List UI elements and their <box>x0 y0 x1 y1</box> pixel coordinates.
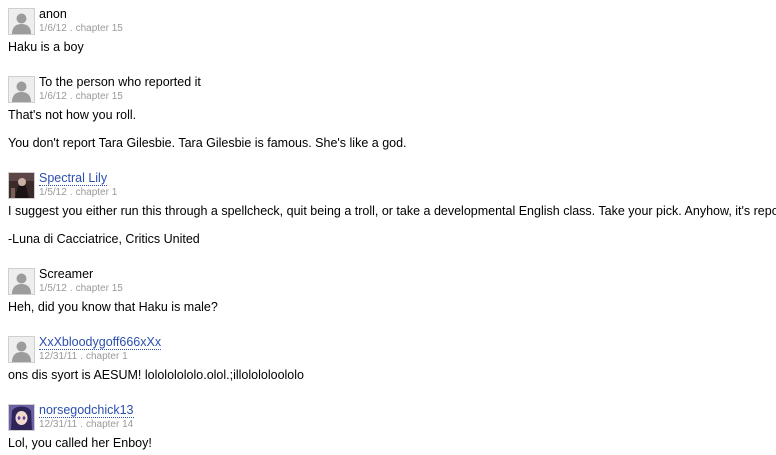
review-item: norsegodchick13 12/31/11. chapter 14 Lol, y… <box>8 403 776 450</box>
review-item: Screamer 1/5/12. chapter 15 Heh, did you kn… <box>8 267 776 314</box>
review-text: I suggest you either run this through a … <box>8 204 776 218</box>
review-chapter: chapter 14 <box>85 419 134 430</box>
review-chapter: chapter 15 <box>75 283 123 294</box>
profile-picture-dark-figure-icon[interactable] <box>8 172 35 199</box>
meta-separator: . <box>69 91 73 102</box>
review-meta: 1/6/12. chapter 15 <box>39 23 123 35</box>
reviewer-profile-link[interactable]: XxXbloodygoff666xXx <box>39 335 162 350</box>
review-meta: 12/31/11. chapter 1 <box>39 351 128 363</box>
review-item: XxXbloodygoff666xXx 12/31/11. chapter 1 ons… <box>8 335 776 382</box>
reviewer-name: Screamer <box>39 267 94 281</box>
meta-separator: . <box>69 283 73 294</box>
review-date: 1/5/12 <box>39 187 67 198</box>
review-item: To the person who reported it 1/6/12. chap… <box>8 75 776 150</box>
default-user-icon <box>8 76 35 103</box>
meta-separator: . <box>80 419 83 430</box>
default-user-icon[interactable] <box>8 336 35 363</box>
review-header: Screamer 1/5/12. chapter 15 <box>8 267 776 297</box>
review-date: 1/5/12 <box>39 283 67 294</box>
review-meta: 12/31/11. chapter 14 <box>39 419 133 431</box>
review-date: 1/6/12 <box>39 23 67 34</box>
review-meta: 1/5/12. chapter 15 <box>39 283 123 295</box>
review-item: Spectral Lily 1/5/12. chapter 1 I suggest y… <box>8 171 776 246</box>
review-text: ons dis syort is AESUM! lolololololo.olo… <box>8 368 304 382</box>
meta-separator: . <box>69 23 73 34</box>
review-header: Spectral Lily 1/5/12. chapter 1 <box>8 171 776 201</box>
review-chapter: chapter 15 <box>75 23 123 34</box>
review-meta: 1/5/12. chapter 1 <box>39 187 117 199</box>
review-chapter: chapter 15 <box>75 91 123 102</box>
reviewer-profile-link[interactable]: norsegodchick13 <box>39 403 134 418</box>
meta-separator: . <box>69 187 73 198</box>
review-chapter: chapter 1 <box>75 187 118 198</box>
review-header: To the person who reported it 1/6/12. chap… <box>8 75 776 105</box>
default-user-icon <box>8 8 35 35</box>
review-date: 1/6/12 <box>39 91 67 102</box>
review-header: norsegodchick13 12/31/11. chapter 14 <box>8 403 776 433</box>
review-text: Heh, did you know that Haku is male? <box>8 300 218 314</box>
review-text: Haku is a boy <box>8 40 84 54</box>
profile-picture-purple-anime-icon[interactable] <box>8 404 35 431</box>
review-text: -Luna di Cacciatrice, Critics United <box>8 232 200 246</box>
reviewer-name: anon <box>39 7 67 21</box>
review-text: That's not how you roll. <box>8 108 137 122</box>
review-list: anon 1/6/12. chapter 15 Haku is a boy To the… <box>0 0 776 455</box>
meta-separator: . <box>80 351 83 362</box>
review-text: You don't report Tara Gilesbie. Tara Gil… <box>8 136 407 150</box>
default-user-icon <box>8 268 35 295</box>
reviewer-profile-link[interactable]: Spectral Lily <box>39 171 108 186</box>
review-header: XxXbloodygoff666xXx 12/31/11. chapter 1 <box>8 335 776 365</box>
review-chapter: chapter 1 <box>85 351 128 362</box>
review-text: Lol, you called her Enboy! <box>8 436 152 450</box>
review-date: 12/31/11 <box>39 419 78 430</box>
review-header: anon 1/6/12. chapter 15 <box>8 7 776 37</box>
review-item: anon 1/6/12. chapter 15 Haku is a boy <box>8 7 776 54</box>
reviewer-name: To the person who reported it <box>39 75 201 89</box>
review-meta: 1/6/12. chapter 15 <box>39 91 123 103</box>
review-date: 12/31/11 <box>39 351 78 362</box>
